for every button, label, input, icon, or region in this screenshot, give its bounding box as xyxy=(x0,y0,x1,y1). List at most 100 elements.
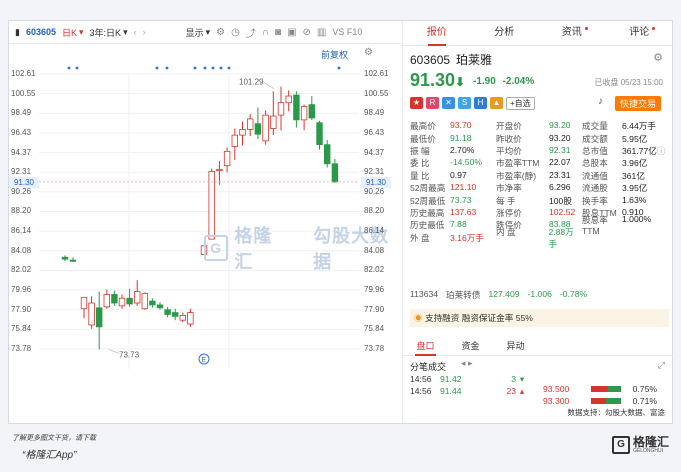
quote-value: 93.70 xyxy=(450,120,472,131)
fast-trade-button[interactable]: 快捷交易 xyxy=(615,96,662,111)
last-price: 91.30⬇ xyxy=(410,70,465,91)
quote-row: 最低价 91.18 昨收价 93.20 成交额 5.95亿 xyxy=(410,132,670,144)
trade-price: 91.44 xyxy=(440,386,462,396)
quote-key: 内 盘 xyxy=(496,226,516,237)
quote-value: 93.20 xyxy=(549,132,571,143)
y-tick-label: 73.78 xyxy=(364,344,385,353)
notification-dot xyxy=(652,27,655,30)
chevron-left-icon[interactable]: ‹ xyxy=(134,27,137,37)
footer-app-name: “格隆汇App” xyxy=(22,450,77,461)
quote-cell: 市盈率(静) 23.31 xyxy=(496,170,582,182)
candle-body xyxy=(126,297,133,305)
quote-key: 52周最低 xyxy=(410,195,446,206)
event-marker xyxy=(219,66,223,70)
high-pointer xyxy=(263,82,275,89)
quote-cell: 市净率 6.296 xyxy=(496,182,582,194)
display-dropdown[interactable]: 显示 ▾ xyxy=(186,26,211,39)
tick-controls[interactable]: ◂ ▸ xyxy=(461,358,473,369)
expand-icon[interactable]: ⤢ xyxy=(658,360,665,371)
info-icon[interactable]: ⓘ xyxy=(657,145,666,157)
trash-icon[interactable]: ▥ xyxy=(317,27,326,38)
change-value: -1.90 xyxy=(473,76,496,87)
convertible-bond-row[interactable]: 113634 珀莱转债 127.409 -1.006 -0.78% xyxy=(410,289,587,301)
tab-capital[interactable]: 资金 xyxy=(448,337,493,355)
tab-quote[interactable]: 报价 xyxy=(403,21,471,46)
vs-f10-button[interactable]: VS F10 xyxy=(332,27,362,37)
stock-title: 603605 珀莱雅 xyxy=(410,51,492,68)
quote-panel: 报价 分析 资讯 评论 603605 珀莱雅 ⚙ 91.30⬇ -1.90 -2.… xyxy=(402,21,673,423)
quote-value: 137.63 xyxy=(450,206,477,217)
gear-icon[interactable]: ⚙ xyxy=(653,51,663,64)
trade-time: 14:56 xyxy=(410,386,432,396)
tab-comments[interactable]: 评论 xyxy=(606,21,674,45)
range-label: 3年:日K xyxy=(89,27,122,38)
last-price-value: 91.30 xyxy=(410,70,456,90)
quote-key: 股息率TTM xyxy=(582,215,608,237)
current-price-tag: 91.30 xyxy=(361,176,391,188)
notification-dot xyxy=(584,27,588,30)
quote-key: 总股本 xyxy=(582,158,608,169)
candle-body xyxy=(149,300,156,306)
quote-key: 涨停价 xyxy=(496,207,522,218)
gear-icon[interactable]: ⚙ xyxy=(216,27,225,38)
candle-body xyxy=(103,294,110,308)
quote-value: 361.77亿 xyxy=(622,145,657,156)
quote-cell: 最高价 93.70 xyxy=(410,120,496,132)
quote-key: 流通股 xyxy=(582,183,608,194)
rong-icon: R xyxy=(426,97,439,109)
quote-value: 91.18 xyxy=(450,132,472,143)
logo-icon: G xyxy=(612,436,630,454)
quote-key: 最低价 xyxy=(410,133,436,144)
period-selector[interactable]: 日K ▾ xyxy=(62,26,84,39)
tab-order-book[interactable]: 盘口 xyxy=(403,337,448,356)
candle-body xyxy=(69,259,77,262)
gelonghui-logo: G 格隆汇 GELONGHUI xyxy=(612,436,669,454)
quote-value: 121.10 xyxy=(450,182,477,193)
gear-icon[interactable]: ⚙ xyxy=(364,47,373,58)
lock-icon[interactable]: ▣ xyxy=(287,27,296,38)
tick-trades-title: 分笔成交 xyxy=(410,362,447,372)
quote-cell: 成交额 5.95亿 xyxy=(582,133,668,145)
data-source: 数据支持：勾股大数据、富途 xyxy=(567,408,666,417)
tab-analysis[interactable]: 分析 xyxy=(471,21,539,45)
level-price: 93.300 xyxy=(543,396,570,406)
candle-body xyxy=(156,304,164,309)
layout-icon[interactable]: ▮ xyxy=(15,27,20,38)
camera-icon[interactable]: ◙ xyxy=(275,27,281,38)
clock-icon[interactable]: ◷ xyxy=(231,27,240,38)
y-tick-label: 86.14 xyxy=(364,226,385,236)
kline-chart[interactable]: 101.29 73.73 E G 格隆汇 勾股大数据 102.61 102.61 100… xyxy=(9,59,401,389)
stock-code-selector[interactable]: 603605 xyxy=(26,27,56,37)
quote-row: 委 比 -14.50% 市盈率TTM 22.07 总股本 3.96亿 xyxy=(410,157,670,169)
range-selector[interactable]: 3年:日K ▾ xyxy=(90,26,128,39)
add-watchlist-button[interactable]: +自选 xyxy=(506,97,535,110)
quote-cell: 成交量 6.44万手 xyxy=(582,120,668,132)
share-icon[interactable]: ⤴ xyxy=(246,25,256,40)
hide-icon[interactable]: ⊘ xyxy=(303,27,311,38)
quote-value: 73.73 xyxy=(450,194,472,205)
quote-key: 市净率 xyxy=(496,183,522,194)
hk-icon: H xyxy=(474,97,487,109)
tab-news[interactable]: 资讯 xyxy=(538,21,606,45)
magnet-icon[interactable]: ∩ xyxy=(262,27,269,38)
bell-icon[interactable]: ♪ xyxy=(598,96,603,107)
quote-value: 5.95亿 xyxy=(622,133,648,144)
footer-text: 了解更多图文干货，请下载 xyxy=(12,435,96,442)
y-tick-label: 79.96 xyxy=(364,285,385,295)
y-tick-label: 75.84 xyxy=(11,324,32,334)
y-tick-label: 88.20 xyxy=(11,206,32,216)
chevron-right-icon[interactable]: › xyxy=(143,27,146,37)
candle-body xyxy=(61,256,69,260)
sub-tabs: 盘口 资金 异动 xyxy=(403,337,673,356)
high-label: 101.29 xyxy=(239,78,264,87)
quote-key: 总市值 xyxy=(582,145,608,156)
y-tick-label: 96.43 xyxy=(364,127,385,137)
quote-key: 流通值 xyxy=(582,170,608,181)
stock-name: 珀莱雅 xyxy=(456,53,493,67)
candle-body xyxy=(80,296,88,310)
tab-movement[interactable]: 异动 xyxy=(493,337,538,355)
candle-body xyxy=(246,118,254,130)
price-levels: 93.500 0.75% 93.300 0.71% xyxy=(543,383,668,407)
quote-cell: 换手率 1.63% xyxy=(582,195,668,207)
y-tick-label: 79.96 xyxy=(11,285,32,295)
